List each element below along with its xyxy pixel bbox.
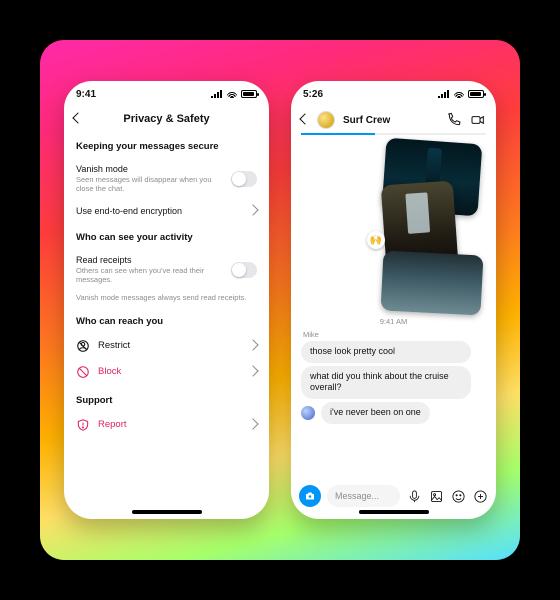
chevron-right-icon bbox=[247, 365, 258, 376]
voice-clip-button[interactable] bbox=[406, 488, 422, 504]
incoming-message[interactable]: those look pretty cool bbox=[301, 341, 471, 363]
message-placeholder: Message... bbox=[335, 491, 379, 501]
photo-stack[interactable]: 🙌 bbox=[301, 141, 486, 311]
status-bar: 5:26 bbox=[291, 81, 496, 107]
status-time: 5:26 bbox=[303, 89, 323, 100]
sender-avatar[interactable] bbox=[301, 406, 315, 420]
chat-avatar[interactable] bbox=[317, 111, 335, 129]
chevron-right-icon bbox=[247, 418, 258, 429]
vanish-toggle[interactable] bbox=[231, 171, 257, 187]
section-header-activity: Who can see your activity bbox=[76, 232, 257, 243]
receipts-note: Vanish mode messages always send read re… bbox=[76, 291, 257, 306]
vanish-title: Vanish mode bbox=[76, 164, 223, 174]
chevron-right-icon bbox=[247, 339, 258, 350]
audio-call-button[interactable] bbox=[446, 112, 462, 128]
battery-icon bbox=[241, 90, 257, 98]
report-label: Report bbox=[98, 419, 127, 430]
wifi-icon bbox=[454, 90, 464, 98]
chat-header: Surf Crew bbox=[291, 107, 496, 133]
add-button[interactable] bbox=[472, 488, 488, 504]
battery-icon bbox=[468, 90, 484, 98]
status-right bbox=[211, 90, 257, 98]
receipts-title: Read receipts bbox=[76, 255, 223, 265]
phone-privacy-settings: 9:41 Privacy & Safety Keeping your messa… bbox=[64, 81, 269, 519]
sticker-button[interactable] bbox=[450, 488, 466, 504]
incoming-message[interactable]: i've never been on one bbox=[321, 402, 430, 424]
row-vanish-mode[interactable]: Vanish mode Seen messages will disappear… bbox=[76, 158, 257, 200]
restrict-label: Restrict bbox=[98, 340, 130, 351]
signal-icon bbox=[211, 90, 223, 98]
nav-bar: Privacy & Safety bbox=[64, 107, 269, 131]
section-header-support: Support bbox=[76, 395, 257, 406]
gradient-stage: 9:41 Privacy & Safety Keeping your messa… bbox=[40, 40, 520, 560]
reaction-emoji: 🙌 bbox=[370, 235, 382, 246]
block-label: Block bbox=[98, 366, 121, 377]
section-header-reach: Who can reach you bbox=[76, 316, 257, 327]
video-call-button[interactable] bbox=[470, 112, 486, 128]
block-icon bbox=[76, 365, 90, 379]
photo-pool-deck[interactable] bbox=[380, 250, 483, 315]
receipts-sub: Others can see when you've read their me… bbox=[76, 266, 223, 285]
chat-body[interactable]: 🙌 9:41 AM Mike those look pretty cool wh… bbox=[291, 135, 496, 479]
chevron-left-icon bbox=[299, 113, 310, 124]
restrict-icon bbox=[76, 339, 90, 353]
chevron-right-icon bbox=[247, 204, 258, 215]
row-restrict[interactable]: Restrict bbox=[76, 333, 257, 359]
status-right bbox=[438, 90, 484, 98]
settings-list[interactable]: Keeping your messages secure Vanish mode… bbox=[64, 131, 269, 519]
section-header-secure: Keeping your messages secure bbox=[76, 141, 257, 152]
home-indicator[interactable] bbox=[132, 510, 202, 514]
home-indicator[interactable] bbox=[359, 510, 429, 514]
row-report[interactable]: Report bbox=[76, 412, 257, 438]
back-button[interactable] bbox=[74, 113, 82, 125]
status-time: 9:41 bbox=[76, 89, 96, 100]
wifi-icon bbox=[227, 90, 237, 98]
row-read-receipts[interactable]: Read receipts Others can see when you've… bbox=[76, 249, 257, 291]
message-input[interactable]: Message... bbox=[327, 485, 400, 507]
gallery-button[interactable] bbox=[428, 488, 444, 504]
back-button[interactable] bbox=[301, 115, 309, 125]
page-title: Privacy & Safety bbox=[123, 113, 209, 125]
report-icon bbox=[76, 418, 90, 432]
vanish-sub: Seen messages will disappear when you cl… bbox=[76, 175, 223, 194]
timestamp: 9:41 AM bbox=[301, 317, 486, 326]
chat-title[interactable]: Surf Crew bbox=[343, 115, 438, 126]
receipts-toggle[interactable] bbox=[231, 262, 257, 278]
signal-icon bbox=[438, 90, 450, 98]
status-bar: 9:41 bbox=[64, 81, 269, 107]
incoming-message[interactable]: what did you think about the cruise over… bbox=[301, 366, 471, 399]
reaction-badge[interactable]: 🙌 bbox=[367, 231, 385, 249]
phone-chat-thread: 5:26 Surf Crew 🙌 bbox=[291, 81, 496, 519]
row-e2e[interactable]: Use end-to-end encryption bbox=[76, 200, 257, 222]
chevron-left-icon bbox=[72, 112, 83, 123]
e2e-title: Use end-to-end encryption bbox=[76, 206, 241, 216]
camera-button[interactable] bbox=[299, 485, 321, 507]
sender-name: Mike bbox=[303, 330, 486, 339]
row-block[interactable]: Block bbox=[76, 359, 257, 385]
